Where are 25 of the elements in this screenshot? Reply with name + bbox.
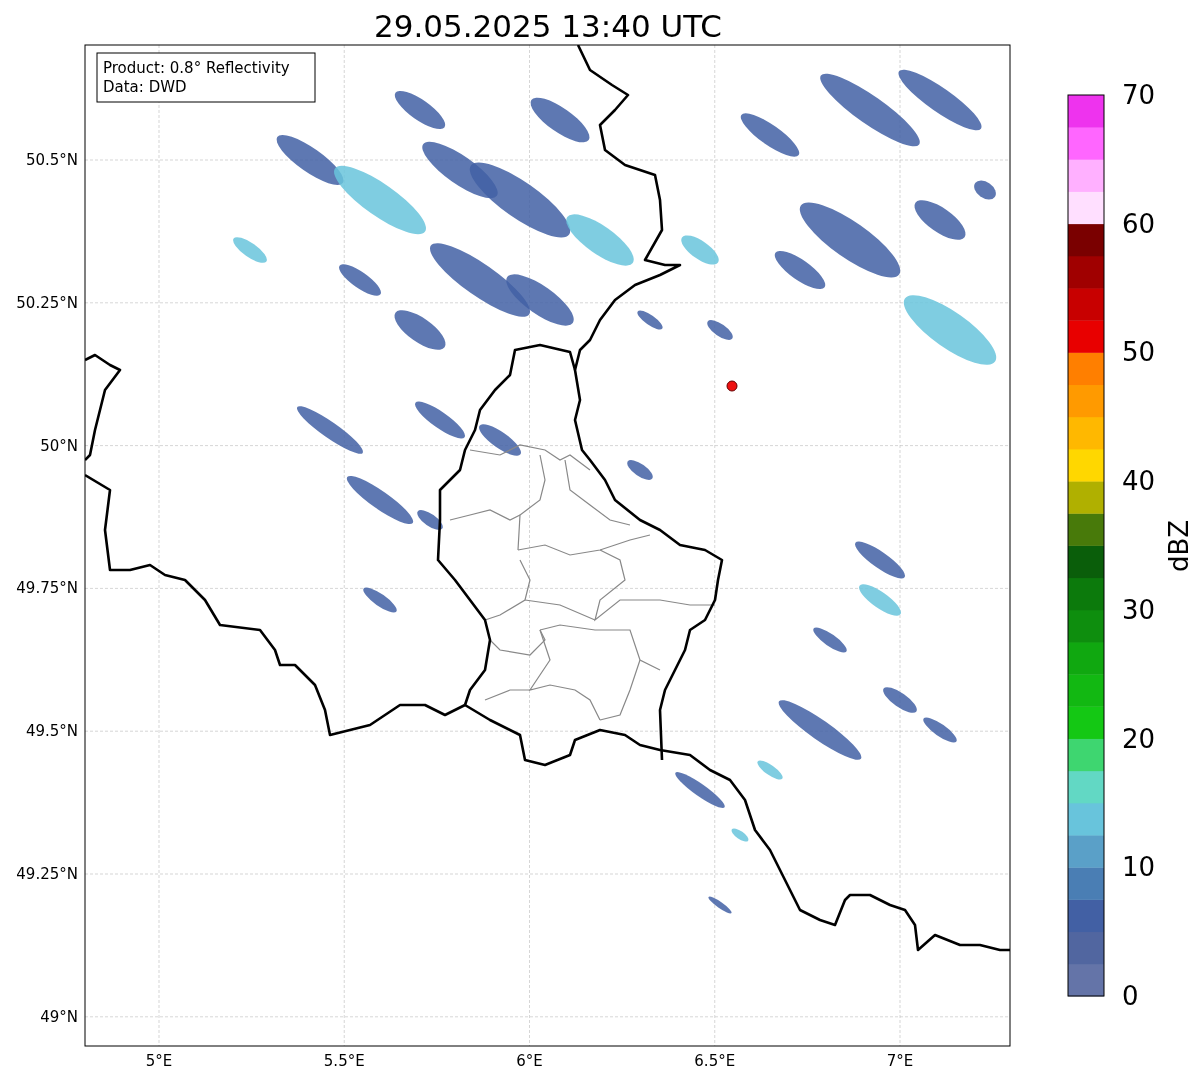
colorbar-tick-label: 20: [1122, 723, 1156, 754]
latitude-label: 49°N: [40, 1007, 78, 1026]
colorbar-tick-label: 70: [1122, 80, 1156, 110]
colorbar-tick-label: 50: [1122, 337, 1156, 368]
latitude-label: 50.5°N: [25, 151, 78, 169]
latitude-label: 49.5°N: [25, 722, 78, 741]
latitude-label: 50.25°N: [16, 293, 78, 312]
radar-site-marker: [726, 380, 738, 392]
longitude-label: 6.5°E: [694, 1052, 736, 1070]
colorbar-tick-label: 10: [1122, 852, 1156, 883]
longitude-label: 6°E: [516, 1052, 543, 1070]
latitude-label: 49.75°N: [16, 579, 78, 598]
latitude-label: 50°N: [40, 436, 78, 455]
colorbar-tick-label: 40: [1122, 466, 1156, 497]
plot-title: 29.05.2025 13:40 UTC: [374, 8, 722, 44]
longitude-label: 5.5°E: [323, 1052, 365, 1070]
colorbar-tick-label: 30: [1122, 594, 1156, 625]
colorbar-label: dBZ: [1164, 519, 1194, 573]
info-text: Product: 0.8° Reflectivity: [103, 59, 290, 77]
colorbar-tick-label: 60: [1122, 208, 1156, 239]
longitude-label: 7°E: [886, 1052, 914, 1070]
info-text: Data: DWD: [103, 78, 187, 96]
colorbar-tick-label: 0: [1122, 980, 1139, 1011]
latitude-label: 49.25°N: [16, 865, 78, 883]
longitude-label: 5°E: [145, 1052, 173, 1070]
